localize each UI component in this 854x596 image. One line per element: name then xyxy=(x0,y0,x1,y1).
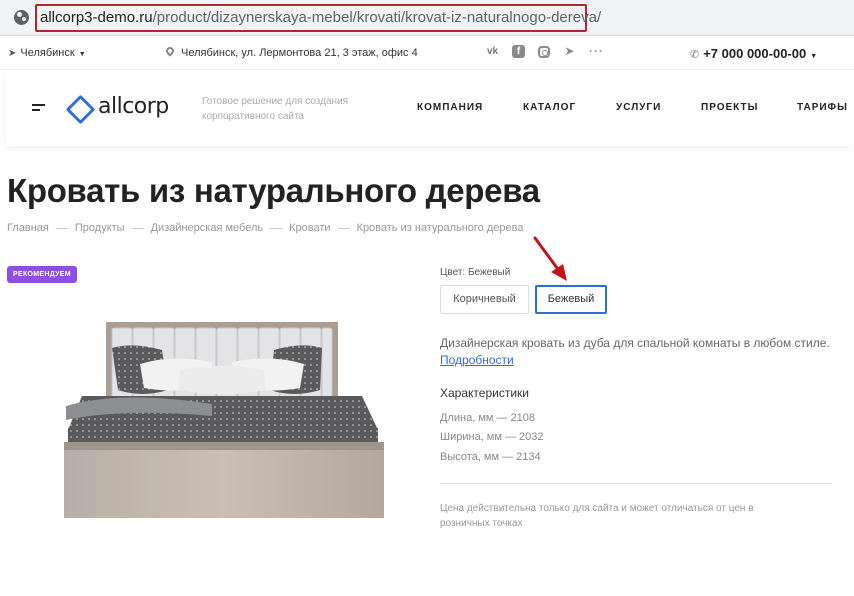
phone-icon: ✆ xyxy=(690,49,700,61)
vk-icon[interactable]: vk xyxy=(486,45,499,58)
annotation-arrow-icon xyxy=(533,236,567,281)
url-text[interactable]: allcorp3-demo.ru/product/dizaynerskaya-m… xyxy=(40,9,601,26)
phone-selector[interactable]: ✆ +7 000 000-00-00 ▼ xyxy=(690,46,817,61)
map-pin-icon xyxy=(164,45,176,57)
facebook-icon[interactable]: f xyxy=(512,45,525,58)
caret-down-icon: ▼ xyxy=(810,53,818,60)
main-nav: КОМПАНИЯ КАТАЛОГ УСЛУГИ ПРОЕКТЫ ТАРИФЫ xyxy=(417,102,848,113)
more-socials-icon[interactable]: ··· xyxy=(589,45,603,58)
product-image-bed[interactable] xyxy=(62,320,384,518)
browser-address-bar[interactable]: allcorp3-demo.ru/product/dizaynerskaya-m… xyxy=(0,0,854,36)
menu-burger-icon[interactable] xyxy=(32,104,45,112)
breadcrumb-separator xyxy=(55,227,68,229)
breadcrumb-separator xyxy=(131,227,144,229)
characteristics-title: Характеристики xyxy=(440,386,529,400)
slogan: Готовое решение для создания корпоративн… xyxy=(202,96,349,122)
address: Челябинск, ул. Лермонтова 21, 3 этаж, оф… xyxy=(164,45,418,59)
breadcrumb-item[interactable]: Главная xyxy=(7,222,49,234)
logo[interactable]: allcorp xyxy=(66,94,169,119)
telegram-icon[interactable]: ➤ xyxy=(563,45,576,58)
address-text: Челябинск, ул. Лермонтова 21, 3 этаж, оф… xyxy=(181,47,418,59)
nav-item-services[interactable]: УСЛУГИ xyxy=(616,102,701,113)
color-label: Цвет: Бежевый xyxy=(440,267,511,278)
url-domain: allcorp3-demo.ru xyxy=(40,9,153,26)
url-path: /product/dizaynerskaya-mebel/krovati/kro… xyxy=(152,9,602,26)
nav-item-tariffs[interactable]: ТАРИФЫ xyxy=(797,102,848,113)
city-selector[interactable]: ➤ Челябинск ▼ xyxy=(8,47,86,59)
nav-item-company[interactable]: КОМПАНИЯ xyxy=(417,102,523,113)
nav-item-projects[interactable]: ПРОЕКТЫ xyxy=(701,102,797,113)
top-info-bar: ➤ Челябинск ▼ Челябинск, ул. Лермонтова 21… xyxy=(0,36,854,70)
spec-height: Высота, мм — 2134 xyxy=(440,451,541,463)
breadcrumb-item[interactable]: Кровати xyxy=(289,222,330,234)
color-option-brown[interactable]: Коричневый xyxy=(440,285,529,314)
nav-item-catalog[interactable]: КАТАЛОГ xyxy=(523,102,616,113)
city-name: Челябинск xyxy=(20,47,75,59)
caret-down-icon: ▼ xyxy=(78,51,86,58)
breadcrumb-separator xyxy=(270,227,283,229)
phone-number: +7 000 000-00-00 xyxy=(703,46,807,61)
breadcrumb-item[interactable]: Продукты xyxy=(75,222,125,234)
product-description: Дизайнерская кровать из дуба для спально… xyxy=(440,336,830,350)
recommended-badge: РЕКОМЕНДУЕМ xyxy=(7,266,77,283)
breadcrumb: Главная Продукты Дизайнерская мебель Кроват… xyxy=(7,222,523,234)
divider xyxy=(440,483,832,484)
spec-width: Ширина, мм — 2032 xyxy=(440,431,544,443)
logo-diamond-icon xyxy=(66,95,90,119)
spec-length: Длина, мм — 2108 xyxy=(440,412,536,424)
breadcrumb-separator xyxy=(337,227,350,229)
price-note: Цена действительна только для сайта и мо… xyxy=(440,503,754,529)
instagram-icon[interactable] xyxy=(538,45,550,58)
page-title: Кровать из натурального дерева xyxy=(7,172,540,209)
social-links: vk f ➤ ··· xyxy=(486,45,603,58)
globe-icon xyxy=(14,10,29,25)
logo-text: allcorp xyxy=(98,94,169,119)
breadcrumb-current: Кровать из натурального дерева xyxy=(356,222,524,234)
color-option-beige[interactable]: Бежевый xyxy=(535,285,607,314)
details-link[interactable]: Подробности xyxy=(440,353,514,367)
location-arrow-icon: ➤ xyxy=(8,48,17,59)
site-header: allcorp Готовое решение для создания кор… xyxy=(6,70,854,146)
breadcrumb-item[interactable]: Дизайнерская мебель xyxy=(151,222,264,234)
